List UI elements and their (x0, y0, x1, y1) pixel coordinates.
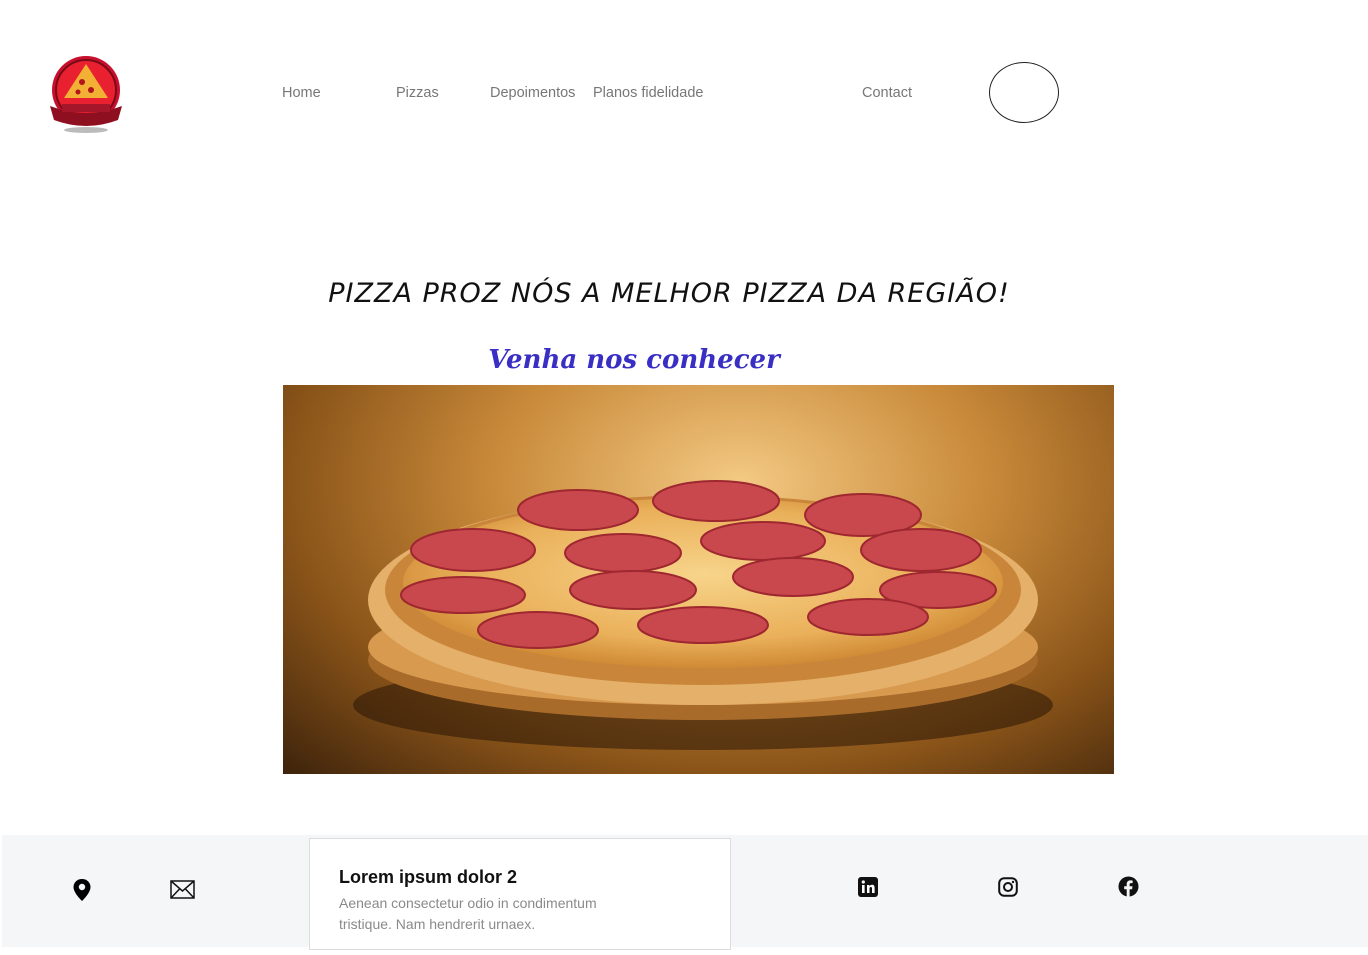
nav-home[interactable]: Home (282, 84, 321, 102)
page: Home Pizzas Depoimentos Planos fidelidad… (0, 0, 1368, 955)
info-card: Lorem ipsum dolor 2 Aenean consectetur o… (309, 838, 731, 950)
location-pin-icon[interactable] (72, 878, 92, 902)
info-card-text: Aenean consectetur odio in condimentum t… (339, 895, 597, 932)
brand-logo[interactable] (46, 50, 126, 136)
circle-button[interactable] (989, 62, 1059, 123)
nav-depoimentos[interactable]: Depoimentos (490, 84, 575, 102)
info-card-title: Lorem ipsum dolor 2 (339, 867, 518, 887)
nav-planos-fidelidade[interactable]: Planos fidelidade (593, 84, 703, 102)
pizza-image-graphic (353, 480, 1053, 750)
nav-pizzas[interactable]: Pizzas (396, 84, 439, 102)
facebook-icon[interactable] (1118, 876, 1139, 897)
hero-pizza-image (283, 385, 1114, 774)
hero-title: PIZZA PROZ NÓS A MELHOR PIZZA DA REGIÃO! (328, 278, 1010, 309)
hero-subtitle: Venha nos conhecer (488, 345, 780, 375)
pizza-logo-icon (50, 56, 122, 133)
email-icon[interactable] (170, 880, 195, 899)
linkedin-icon[interactable] (858, 877, 878, 897)
nav-contact[interactable]: Contact (862, 84, 912, 102)
instagram-icon[interactable] (998, 877, 1018, 897)
